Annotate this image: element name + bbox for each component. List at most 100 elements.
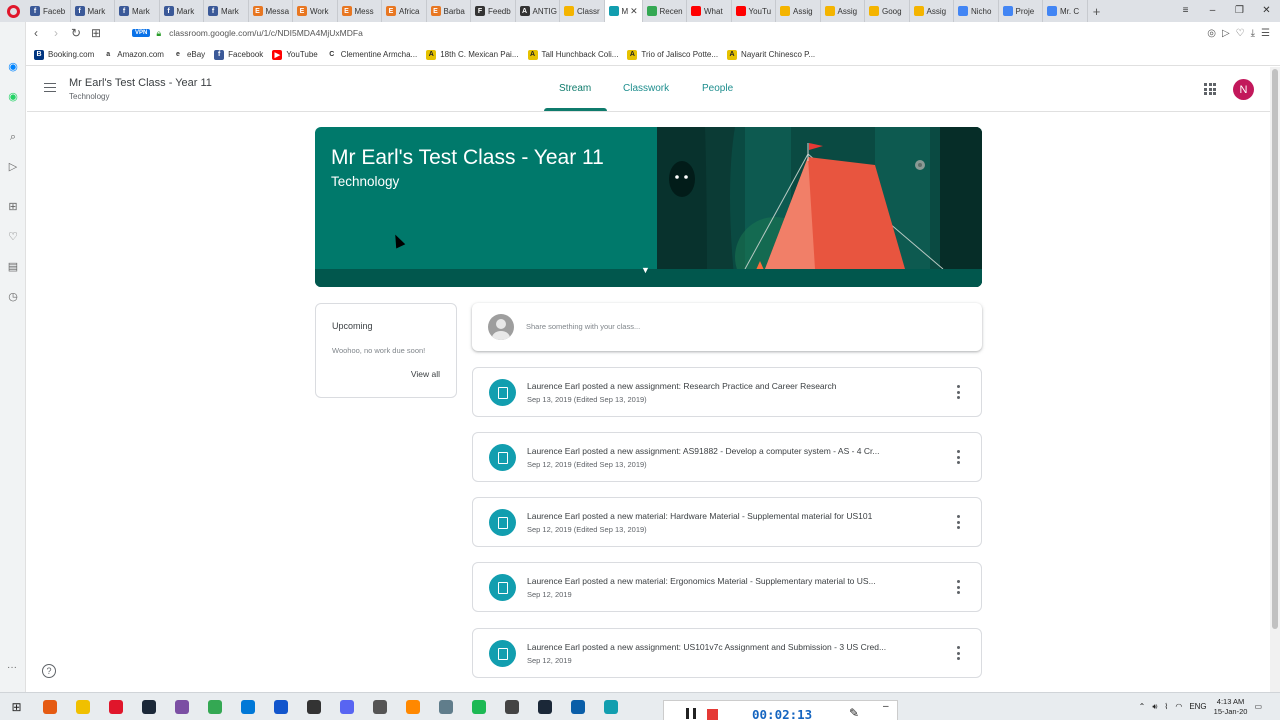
more-options-icon[interactable] (956, 515, 960, 529)
stream-post[interactable]: Laurence Earl posted a new material: Erg… (472, 562, 982, 612)
taskbar-app-icon[interactable] (231, 693, 264, 721)
view-all-link[interactable]: View all (411, 369, 440, 379)
page-scrollbar[interactable] (1270, 67, 1280, 692)
search-icon[interactable]: ⌕ (6, 130, 20, 144)
share-box[interactable]: Share something with your class... (472, 303, 982, 351)
more-options-icon[interactable] (956, 450, 960, 464)
tab-menu-icon[interactable]: ≡ (1172, 0, 1199, 22)
more-options-icon[interactable] (956, 385, 960, 399)
stream-post[interactable]: Laurence Earl posted a new assignment: R… (472, 367, 982, 417)
browser-tab[interactable]: Mr. C (1043, 0, 1088, 22)
whatsapp-icon[interactable]: ◉ (6, 90, 20, 104)
browser-tab[interactable]: A ANTIG (516, 0, 560, 22)
bookmark-item[interactable]: ▶ YouTube (272, 49, 318, 60)
taskbar-app-icon[interactable] (66, 693, 99, 721)
browser-tab[interactable]: M ✕ (604, 0, 643, 22)
browser-tab[interactable]: YouTu (732, 0, 776, 22)
history-icon[interactable]: ◷ (6, 290, 20, 304)
speed-dial-icon[interactable]: ⊞ (86, 26, 106, 40)
post-title[interactable]: Laurence Earl posted a new assignment: U… (527, 642, 939, 652)
news-icon[interactable]: ▤ (6, 260, 20, 274)
windows-start-icon[interactable]: ⊞ (0, 693, 33, 721)
browser-tab[interactable]: f Faceb (26, 0, 71, 22)
bookmark-item[interactable]: A 18th C. Mexican Pai... (426, 49, 519, 60)
taskbar-app-icon[interactable] (462, 693, 495, 721)
browser-tab[interactable]: f Mark (204, 0, 249, 22)
taskbar-app-icon[interactable] (297, 693, 330, 721)
speed-dial-icon[interactable]: ⊞ (6, 200, 20, 214)
heart-icon[interactable]: ♡ (1236, 28, 1245, 39)
stream-post[interactable]: Laurence Earl posted a new material: Har… (472, 497, 982, 547)
download-icon[interactable]: ⤓ (1251, 28, 1255, 39)
close-tab-icon[interactable]: ✕ (630, 6, 638, 17)
notifications-icon[interactable]: ▭ (1254, 702, 1262, 711)
help-icon[interactable]: ? (42, 664, 56, 678)
reload-button[interactable]: ↻ (66, 26, 86, 40)
browser-tab[interactable]: E Messa (249, 0, 293, 22)
taskbar-app-icon[interactable] (594, 693, 627, 721)
opera-logo-icon[interactable] (0, 0, 26, 22)
network-icon[interactable]: ⌇ (1164, 702, 1168, 711)
taskbar-app-icon[interactable] (495, 693, 528, 721)
language-indicator[interactable]: ENG (1189, 702, 1206, 711)
bookmark-item[interactable]: A Nayarit Chinesco P... (727, 49, 815, 60)
browser-tab[interactable]: E Africa (382, 0, 427, 22)
restore-button[interactable]: ❐ (1226, 0, 1253, 22)
taskbar-app-icon[interactable] (99, 693, 132, 721)
taskbar-app-icon[interactable] (396, 693, 429, 721)
bookmark-item[interactable]: e eBay (172, 49, 205, 60)
url-field[interactable]: classroom.google.com/u/1/c/NDI5MDA4MjUxM… (169, 28, 363, 38)
more-options-icon[interactable] (956, 646, 960, 660)
browser-tab[interactable]: F Feedb (471, 0, 516, 22)
vpn-badge[interactable]: VPN (132, 29, 151, 37)
taskbar-app-icon[interactable] (264, 693, 297, 721)
browser-tab[interactable]: Assig (821, 0, 865, 22)
pen-icon[interactable]: ✎ (849, 706, 859, 720)
browser-tab[interactable]: Recen (643, 0, 687, 22)
browser-tab[interactable]: Assig (910, 0, 954, 22)
browser-tab[interactable]: f Mark (160, 0, 204, 22)
pause-icon[interactable] (686, 708, 696, 719)
stream-post[interactable]: Laurence Earl posted a new assignment: U… (472, 628, 982, 678)
browser-tab[interactable]: Assig (776, 0, 821, 22)
browser-tab[interactable]: Nicho (954, 0, 999, 22)
browser-tab[interactable]: Proje (999, 0, 1043, 22)
close-window-button[interactable]: ✕ (1253, 0, 1280, 22)
share-placeholder[interactable]: Share something with your class... (526, 322, 640, 331)
send-icon[interactable]: ▷ (6, 160, 20, 174)
browser-tab[interactable]: E Work (293, 0, 338, 22)
post-title[interactable]: Laurence Earl posted a new assignment: A… (527, 446, 939, 456)
taskbar-app-icon[interactable] (198, 693, 231, 721)
chevron-up-icon[interactable]: ⌃ (1139, 702, 1146, 711)
bookmark-item[interactable]: C Clementine Armcha... (326, 49, 417, 60)
post-title[interactable]: Laurence Earl posted a new assignment: R… (527, 381, 939, 391)
post-title[interactable]: Laurence Earl posted a new material: Har… (527, 511, 939, 521)
browser-tab[interactable]: Goog (865, 0, 910, 22)
minimize-icon[interactable]: – (883, 701, 889, 712)
forward-button[interactable]: › (46, 26, 66, 40)
heart-icon[interactable]: ♡ (6, 230, 20, 244)
browser-tab[interactable]: Classr (560, 0, 605, 22)
easy-setup-icon[interactable]: ☰ (1261, 28, 1270, 39)
class-title[interactable]: Mr Earl's Test Class - Year 11 (69, 77, 212, 89)
back-button[interactable]: ‹ (26, 26, 46, 40)
messenger-icon[interactable]: ◉ (6, 60, 20, 74)
more-options-icon[interactable] (956, 580, 960, 594)
main-menu-icon[interactable] (44, 83, 56, 92)
taskbar-app-icon[interactable] (132, 693, 165, 721)
banner-class-name[interactable]: Mr Earl's Test Class - Year 11 (331, 146, 604, 170)
taskbar-app-icon[interactable] (528, 693, 561, 721)
bookmark-item[interactable]: A Tall Hunchback Coli... (527, 49, 618, 60)
stop-icon[interactable] (707, 709, 718, 720)
taskbar-app-icon[interactable] (561, 693, 594, 721)
browser-tab[interactable]: f Mark (71, 0, 115, 22)
post-title[interactable]: Laurence Earl posted a new material: Erg… (527, 576, 939, 586)
chevron-down-icon[interactable]: ▼ (641, 265, 650, 275)
new-tab-button[interactable]: + (1088, 4, 1106, 19)
google-apps-icon[interactable] (1204, 83, 1216, 95)
taskbar-app-icon[interactable] (33, 693, 66, 721)
bookmark-item[interactable]: f Facebook (214, 49, 263, 60)
tab-stream[interactable]: Stream (559, 83, 591, 94)
clock[interactable]: 4:13 AM 15-Jan-20 (1214, 697, 1248, 717)
volume-icon[interactable]: 🔊︎ (1152, 702, 1157, 712)
